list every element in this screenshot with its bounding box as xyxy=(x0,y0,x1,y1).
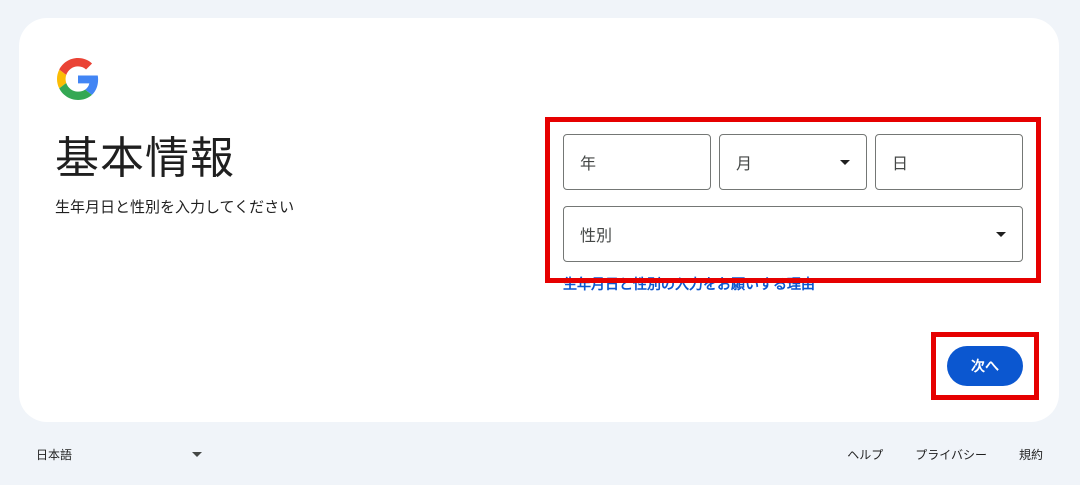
google-logo-icon xyxy=(57,58,99,100)
terms-link[interactable]: 規約 xyxy=(1019,446,1043,463)
footer: 日本語 ヘルプ プライバシー 規約 xyxy=(0,436,1080,472)
page-title: 基本情報 xyxy=(55,133,235,184)
form-highlight-box xyxy=(545,117,1041,283)
caret-down-icon xyxy=(192,452,202,457)
privacy-link[interactable]: プライバシー xyxy=(915,446,987,463)
next-button-highlight-box xyxy=(931,332,1039,400)
page-subtitle: 生年月日と性別を入力してください xyxy=(55,198,295,216)
language-select[interactable]: 日本語 xyxy=(36,446,202,463)
help-link[interactable]: ヘルプ xyxy=(847,446,883,463)
footer-links: ヘルプ プライバシー 規約 xyxy=(847,446,1043,463)
signup-card: 基本情報 生年月日と性別を入力してください 年 月 日 性別 生年月日と性別の入… xyxy=(19,18,1059,422)
language-label: 日本語 xyxy=(36,448,73,462)
